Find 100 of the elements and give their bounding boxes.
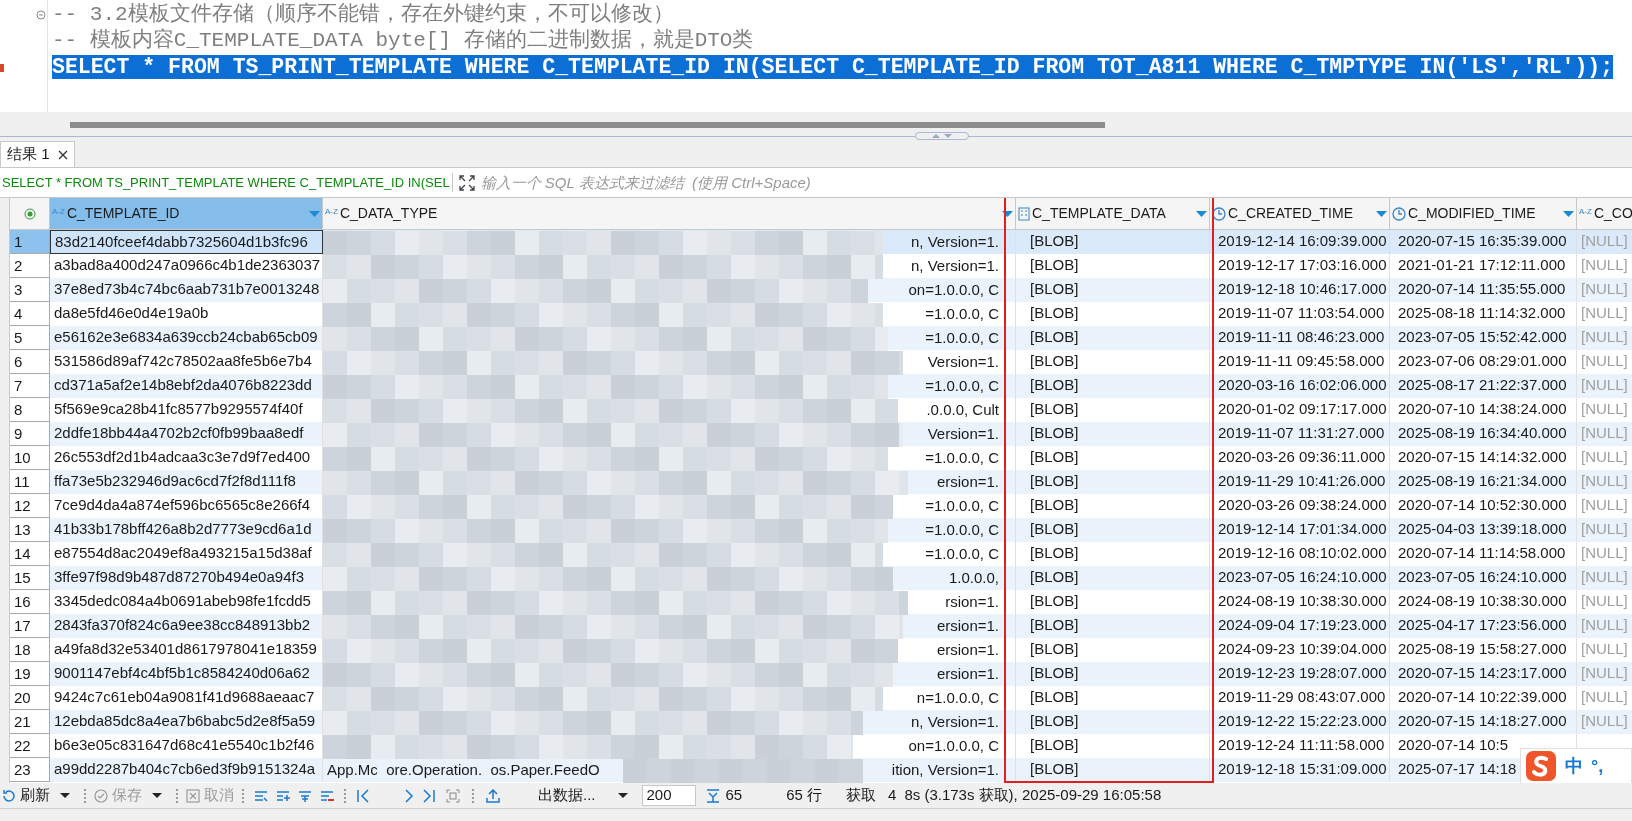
- row-number[interactable]: 22: [10, 734, 50, 758]
- row-number[interactable]: 4: [10, 302, 50, 326]
- first-page-icon[interactable]: [356, 788, 370, 803]
- row-number[interactable]: 10: [10, 446, 50, 470]
- table-cell-text: Version=1.: [927, 352, 999, 372]
- row-number[interactable]: 16: [10, 590, 50, 614]
- table-cell-text: ersion=1.: [936, 472, 999, 492]
- row-number[interactable]: 12: [10, 494, 50, 518]
- duration-text: 4: [888, 785, 897, 806]
- column-header[interactable]: C_MODIFIED_TIME: [1390, 198, 1577, 229]
- type-icon: A-Z: [325, 206, 338, 218]
- edit-rows-icon[interactable]: [254, 788, 268, 803]
- table-cell-text: =1.0.0.0, C: [925, 544, 999, 564]
- table-cell-text: n, Version=1.: [911, 712, 999, 732]
- table-cell-text: ersion=1.: [936, 664, 999, 684]
- table-cell-text: ersion=1.: [936, 640, 999, 660]
- export-icon[interactable]: [486, 788, 500, 803]
- toolbar-button[interactable]: 刷新: [0, 784, 52, 807]
- row-number[interactable]: 21: [10, 710, 50, 734]
- row-number[interactable]: 17: [10, 614, 50, 638]
- type-icon: A-Z: [52, 206, 65, 218]
- row-number[interactable]: 14: [10, 542, 50, 566]
- table-cell-text: on=1.0.0.0, C: [908, 736, 999, 756]
- row-number[interactable]: 20: [10, 686, 50, 710]
- select-all-icon[interactable]: [23, 207, 36, 220]
- row-number[interactable]: 9: [10, 422, 50, 446]
- row-number[interactable]: 8: [10, 398, 50, 422]
- row-number[interactable]: 1: [10, 230, 50, 254]
- type-icon: A-Z: [1579, 206, 1592, 218]
- table-cell-text: =1.0.0.0, C: [925, 328, 999, 348]
- table-cell-text: =1.0.0.0, C: [925, 376, 999, 396]
- next-page-icon[interactable]: [404, 788, 414, 803]
- row-number[interactable]: 13: [10, 518, 50, 542]
- error-marker: [0, 64, 4, 72]
- code-comment: -- 3.2模板文件存储（顺序不能错，存在外键约束，不可以修改）: [52, 3, 674, 26]
- expand-icon[interactable]: [458, 174, 475, 191]
- dropdown-caret-icon[interactable]: [152, 793, 162, 798]
- sort-caret-icon[interactable]: [1196, 210, 1207, 217]
- fetch-label: 获取: [846, 785, 877, 806]
- table-cell: 2019-12-18 15:31:09.000: [1210, 758, 1390, 782]
- row-number[interactable]: 3: [10, 278, 50, 302]
- table-cell-text: ersion=1.: [936, 616, 999, 636]
- sort-caret-icon[interactable]: [1376, 210, 1387, 217]
- cancel-icon: [186, 788, 200, 803]
- table-cell-text: ition, Version=1.: [891, 760, 999, 780]
- table-cell-text: .0.0.0, Cult: [926, 400, 999, 420]
- fetch-size-field[interactable]: 200: [641, 785, 696, 806]
- row-count: 65 行: [786, 785, 823, 806]
- table-cell-text: =1.0.0.0, C: [925, 520, 999, 540]
- add-row-icon[interactable]: [276, 788, 290, 803]
- table-cell-text: =1.0.0.0, C: [925, 448, 999, 468]
- row-number[interactable]: 5: [10, 326, 50, 350]
- fetch-all-icon[interactable]: [705, 788, 720, 803]
- row-number[interactable]: 7: [10, 374, 50, 398]
- dropdown-caret-icon[interactable]: [617, 793, 628, 798]
- table-cell-text: n, Version=1.: [911, 232, 999, 252]
- export-button[interactable]: 出数据...: [536, 784, 598, 807]
- sort-caret-icon[interactable]: [1563, 210, 1574, 217]
- sql-statement: SELECT * FROM TS_PRINT_TEMPLATE WHERE C_TEMPLATE_ID IN(SELECT C_TEMPLATE_ID FROM TOT_A811 WHERE C_TMPTYPE IN('LS','RL'));: [52, 55, 1614, 79]
- last-page-icon[interactable]: [422, 788, 436, 803]
- sort-caret-icon[interactable]: [309, 210, 320, 217]
- binary-icon: [1018, 206, 1030, 221]
- table-cell-text: =1.0.0.0, C: [925, 496, 999, 516]
- refresh-icon: [2, 788, 16, 803]
- sort-caret-icon[interactable]: [1002, 210, 1013, 217]
- horizontal-scrollbar[interactable]: [70, 122, 1105, 128]
- filter-query: SELECT * FROM TS_PRINT_TEMPLATE WHERE C_TEMPLATE_ID IN(SEL: [0, 172, 453, 193]
- table-cell-text: =1.0.0.0, C: [925, 304, 999, 324]
- results-tab[interactable]: 结果 1: [0, 141, 75, 167]
- ime-logo-icon[interactable]: [1525, 750, 1557, 782]
- ime-toolbar[interactable]: 中 °,: [1520, 748, 1632, 783]
- table-cell-text: n, Version=1.: [911, 256, 999, 276]
- table-cell: [BLOB]: [1016, 758, 1210, 782]
- fold-icon[interactable]: [36, 10, 46, 20]
- row-number[interactable]: 11: [10, 470, 50, 494]
- table-cell-text: rsion=1.: [945, 592, 999, 612]
- status-text: 8s (3.173s 获取), 2025-09-29 16:05:58: [904, 785, 1162, 806]
- fetched-count: 65: [725, 785, 743, 806]
- delete-row-icon[interactable]: [320, 788, 334, 803]
- row-number[interactable]: 23: [10, 758, 50, 782]
- table-cell-text: on=1.0.0.0, C: [908, 280, 999, 300]
- row-number[interactable]: 18: [10, 638, 50, 662]
- row-number[interactable]: 6: [10, 350, 50, 374]
- row-number[interactable]: 15: [10, 566, 50, 590]
- table-cell: a99dd2287b404c7cb6ed3f9b9151324a: [50, 758, 323, 782]
- clock-icon: [1392, 206, 1406, 221]
- table-cell-text: n=1.0.0.0, C: [916, 688, 999, 708]
- filter-field[interactable]: 输入一个 SQL 表达式来过滤结 (使用 Ctrl+Space): [480, 168, 1632, 197]
- row-number[interactable]: 2: [10, 254, 50, 278]
- table-cell[interactable]: 83d2140fceef4dabb7325604d1b3fc96: [50, 230, 323, 254]
- dropdown-caret-icon[interactable]: [60, 793, 70, 798]
- code-comment: -- 模板内容C_TEMPLATE_DATA byte[] 存储的二进制数据，就是DTO类: [52, 29, 754, 52]
- row-number[interactable]: 19: [10, 662, 50, 686]
- close-icon[interactable]: [57, 149, 68, 160]
- table-cell-text: App.Mc ore.Operation. os.Paper.FeedO: [327, 760, 600, 780]
- ime-toggle[interactable]: °,: [1591, 752, 1604, 780]
- column-header[interactable]: C_TEMPLATE_DATA: [1016, 198, 1210, 229]
- table-cell-text: Version=1.: [927, 424, 999, 444]
- fit-icon[interactable]: [446, 788, 460, 803]
- check-icon: [94, 788, 108, 803]
